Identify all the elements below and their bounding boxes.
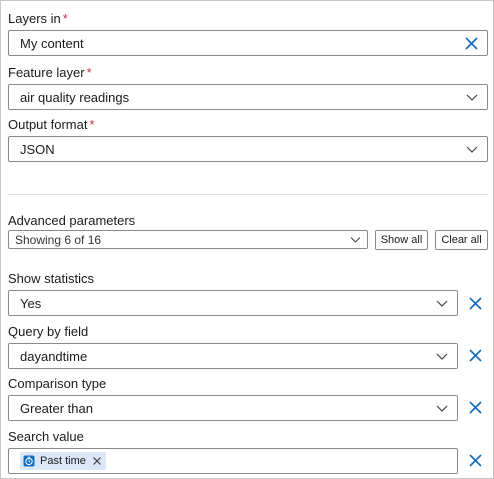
- close-icon[interactable]: [468, 296, 482, 310]
- past-time-chip-label: Past time: [40, 455, 86, 467]
- chevron-down-icon: [436, 404, 448, 412]
- output-format-value: JSON: [20, 141, 55, 157]
- close-icon[interactable]: [93, 457, 102, 466]
- chevron-down-icon: [349, 236, 361, 244]
- show-statistics-label: Show statistics: [8, 271, 94, 286]
- past-time-chip[interactable]: Past time: [20, 452, 106, 470]
- comparison-type-value: Greater than: [20, 400, 93, 416]
- show-statistics-value: Yes: [20, 295, 42, 311]
- show-all-button[interactable]: Show all: [375, 230, 428, 250]
- section-divider: [8, 194, 488, 195]
- feature-layer-value: air quality readings: [20, 89, 130, 105]
- clear-all-button[interactable]: Clear all: [435, 230, 488, 250]
- show-statistics-select[interactable]: Yes: [8, 290, 458, 316]
- layers-in-value: My content: [20, 35, 84, 51]
- feature-layer-label: Feature layer *: [8, 65, 92, 80]
- advanced-parameters-label: Advanced parameters: [8, 213, 136, 228]
- close-icon[interactable]: [468, 348, 482, 362]
- search-value-field[interactable]: Past time: [8, 448, 458, 474]
- output-format-select[interactable]: JSON: [8, 136, 488, 162]
- close-icon[interactable]: [464, 36, 478, 50]
- chevron-down-icon: [436, 352, 448, 360]
- query-by-field-value: dayandtime: [20, 348, 88, 364]
- feature-layer-select[interactable]: air quality readings: [8, 84, 488, 110]
- chevron-down-icon: [466, 93, 478, 101]
- advanced-parameters-select[interactable]: Showing 6 of 16: [8, 230, 368, 249]
- query-by-field-select[interactable]: dayandtime: [8, 343, 458, 369]
- close-icon[interactable]: [468, 400, 482, 414]
- layers-in-label: Layers in *: [8, 11, 68, 26]
- query-by-field-label: Query by field: [8, 324, 89, 339]
- close-icon[interactable]: [468, 453, 482, 467]
- chevron-down-icon: [466, 145, 478, 153]
- clock-icon: [23, 455, 35, 467]
- comparison-type-select[interactable]: Greater than: [8, 395, 458, 421]
- output-format-label: Output format *: [8, 117, 95, 132]
- comparison-type-label: Comparison type: [8, 376, 107, 391]
- advanced-parameters-value: Showing 6 of 16: [15, 232, 102, 247]
- parameters-panel: Layers in * My content Feature layer * air…: [0, 0, 494, 479]
- search-value-label: Search value: [8, 429, 84, 444]
- chevron-down-icon: [436, 299, 448, 307]
- layers-in-field[interactable]: My content: [8, 30, 488, 56]
